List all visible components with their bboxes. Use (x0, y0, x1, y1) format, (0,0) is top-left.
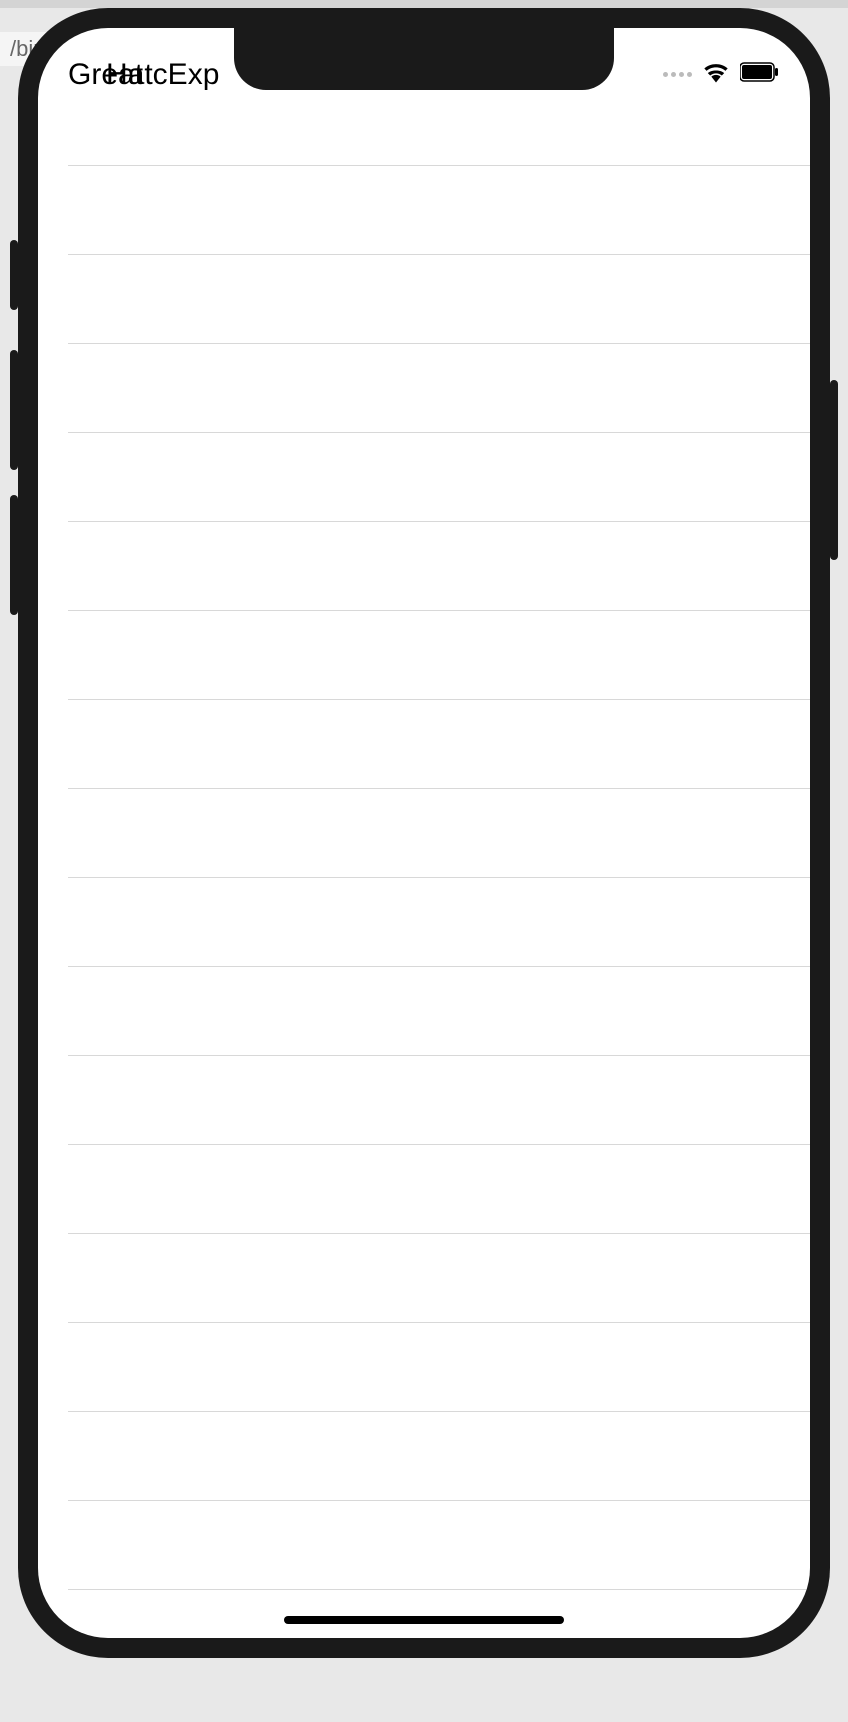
table-row[interactable] (68, 433, 810, 522)
cellular-signal-icon (663, 72, 692, 77)
table-row[interactable] (68, 700, 810, 789)
wifi-icon (702, 61, 730, 88)
phone-screen: Great HatcExp (38, 28, 810, 1638)
table-row[interactable] (68, 1501, 810, 1590)
status-bar-right (663, 61, 780, 88)
phone-volume-up (10, 350, 18, 470)
home-indicator[interactable] (284, 1616, 564, 1624)
phone-frame: Great HatcExp (18, 8, 830, 1658)
phone-mute-switch (10, 240, 18, 310)
table-row[interactable] (68, 255, 810, 344)
table-row[interactable] (68, 166, 810, 255)
table-row[interactable] (68, 1234, 810, 1323)
phone-power-button (830, 380, 838, 560)
table-row[interactable] (68, 1412, 810, 1501)
table-row[interactable] (68, 967, 810, 1056)
table-row[interactable] (68, 789, 810, 878)
battery-icon (740, 62, 780, 87)
table-row[interactable] (68, 1323, 810, 1412)
table-row[interactable] (68, 108, 810, 166)
browser-toolbar-bg (0, 0, 848, 8)
table-row[interactable] (68, 1056, 810, 1145)
status-bar-left: Great HatcExp (68, 54, 248, 94)
table-view[interactable] (38, 108, 810, 1638)
phone-volume-down (10, 495, 18, 615)
phone-notch (234, 28, 614, 90)
table-row[interactable] (68, 1145, 810, 1234)
table-row[interactable] (68, 878, 810, 967)
status-text-overlap-2: HatcExp (106, 58, 219, 92)
table-row[interactable] (68, 522, 810, 611)
table-row[interactable] (68, 344, 810, 433)
table-row[interactable] (68, 611, 810, 700)
